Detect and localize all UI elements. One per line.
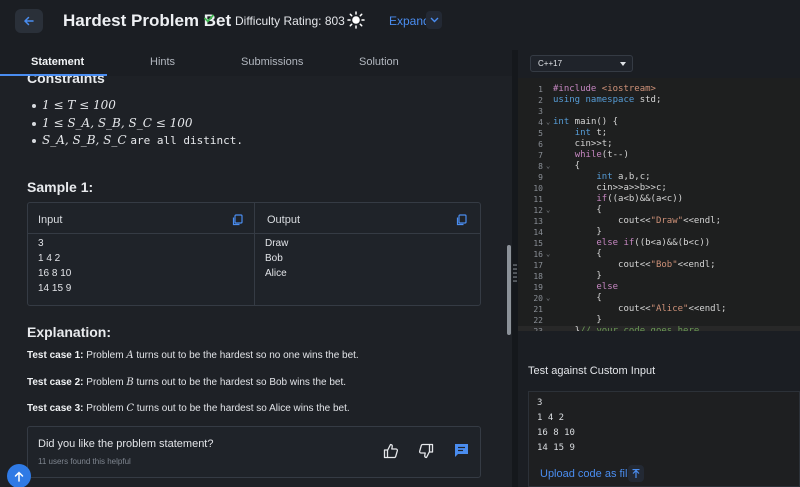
code-line-current: 23 }// your code goes here: [518, 326, 800, 331]
feedback-question: Did you like the problem statement?: [38, 438, 214, 450]
input-label: Input: [38, 214, 63, 226]
sample-output-line: Draw: [265, 238, 289, 249]
sun-icon[interactable]: [347, 11, 365, 29]
copy-icon[interactable]: [232, 214, 243, 226]
upload-code-link[interactable]: Upload code as file: [540, 468, 634, 480]
code-line: 22 }: [533, 315, 602, 325]
sample-output-line: Alice: [265, 268, 287, 279]
code-line: 9 int a,b,c;: [538, 172, 651, 182]
tab-statement[interactable]: Statement: [31, 56, 84, 68]
constraint-item: 1 ≤ S_A, S_B, S_C ≤ 100: [32, 116, 193, 130]
bullet-icon: [32, 138, 36, 143]
code-line: 12 ⌄ {: [533, 205, 602, 215]
code-line: 21 cout<<"Alice"<<endl;: [533, 304, 727, 314]
sample-output-line: Bob: [265, 253, 283, 264]
expand-button[interactable]: Expand: [389, 14, 430, 28]
upload-icon: [632, 468, 640, 478]
sample-input-line: 1 4 2: [38, 253, 61, 264]
code-line: 15 else if((b<a)&&(b<c)): [533, 238, 711, 248]
code-line: 17 cout<<"Bob"<<endl;: [533, 260, 716, 270]
code-line: 13 cout<<"Draw"<<endl;: [533, 216, 721, 226]
bullet-icon: [32, 103, 36, 108]
sample-input-line: 3: [38, 238, 44, 249]
feedback-box: Did you like the problem statement? 11 u…: [27, 426, 481, 478]
expand-dropdown[interactable]: [426, 11, 442, 29]
thumbs-up-icon[interactable]: [383, 443, 399, 459]
fold-chevron-icon: ⌄: [546, 162, 551, 170]
sample-io-box: Input Output 3 1 4 2 16 8 10 14 15 9 Dra…: [27, 202, 481, 306]
constraints-heading: Constraints: [27, 76, 105, 86]
test-case-explanation: Test case 2: Problem B turns out to be t…: [27, 377, 347, 388]
code-editor[interactable]: 1 #include <iostream> 2 using namespace st…: [518, 78, 800, 331]
fold-chevron-icon: ⌄: [546, 206, 551, 214]
constraint-item: S_A, S_B, S_C are all distinct.: [32, 133, 243, 147]
sample-heading: Sample 1:: [27, 179, 94, 195]
code-line: 14 }: [533, 227, 602, 237]
code-line: 20 ⌄ {: [533, 293, 602, 303]
language-select[interactable]: C++17: [530, 55, 633, 72]
code-line: 2 using namespace std;: [538, 95, 662, 105]
arrow-up-icon: [14, 470, 24, 482]
code-line: 6 cin>>t;: [538, 139, 613, 149]
fold-chevron-icon: ⌄: [546, 294, 551, 302]
code-panel: C++17 1 #include <iostream> 2 using namesp…: [518, 50, 800, 487]
custom-input-line: 1 4 2: [537, 413, 565, 423]
output-label: Output: [267, 214, 301, 226]
helpful-count: 11 users found this helpful: [38, 457, 131, 466]
bullet-icon: [32, 121, 36, 126]
sample-input-line: 14 15 9: [38, 283, 72, 294]
code-line: 7 while(t--): [538, 150, 629, 160]
constraint-item: 1 ≤ T ≤ 100: [32, 98, 116, 112]
code-line: 8 ⌄ {: [538, 161, 581, 171]
code-line: 16 ⌄ {: [533, 249, 602, 259]
copy-icon[interactable]: [456, 214, 467, 226]
code-line: 3: [538, 107, 543, 116]
test-case-explanation: Test case 1: Problem A turns out to be t…: [27, 350, 359, 361]
fold-chevron-icon: ⌄: [546, 118, 551, 126]
code-line: 11 if((a<b)&&(a<c)): [533, 194, 684, 204]
arrow-left-icon: [23, 16, 34, 26]
caret-down-icon: [620, 62, 626, 66]
tab-hints[interactable]: Hints: [150, 56, 175, 68]
code-line: 1 #include <iostream>: [538, 84, 656, 94]
test-case-explanation: Test case 3: Problem C turns out to be t…: [27, 403, 350, 414]
top-header: Hardest Problem Bet Difficulty Rating: 8…: [0, 0, 800, 50]
scroll-to-top-button[interactable]: [7, 464, 31, 487]
fold-chevron-icon: ⌄: [546, 250, 551, 258]
tab-solution[interactable]: Solution: [359, 56, 399, 68]
upload-button[interactable]: [628, 465, 644, 482]
back-button[interactable]: [15, 9, 43, 33]
code-line: 4 ⌄ int main() {: [538, 117, 619, 127]
difficulty-rating: Difficulty Rating: 803: [235, 14, 345, 28]
check-icon: [204, 14, 214, 23]
code-line: 19 else: [533, 282, 619, 292]
sample-input-line: 16 8 10: [38, 268, 72, 279]
code-line: 18 }: [533, 271, 602, 281]
tab-bar: Statement Hints Submissions Solution: [0, 50, 512, 76]
problem-statement-panel: Constraints 1 ≤ T ≤ 100 1 ≤ S_A, S_B, S_…: [0, 76, 507, 487]
tab-submissions[interactable]: Submissions: [241, 56, 303, 68]
comment-icon[interactable]: [454, 443, 469, 458]
divider: [254, 203, 255, 306]
custom-input-heading: Test against Custom Input: [528, 365, 656, 377]
explanation-heading: Explanation:: [27, 324, 112, 340]
code-line: 5 int t;: [538, 128, 608, 138]
drag-handle-icon: [513, 264, 517, 282]
chevron-down-icon: [430, 17, 438, 23]
custom-input-line: 14 15 9: [537, 443, 575, 453]
code-line: 10 cin>>a>>b>>c;: [533, 183, 667, 193]
statement-scrollbar[interactable]: [507, 245, 511, 335]
custom-input-line: 16 8 10: [537, 428, 575, 438]
custom-input-line: 3: [537, 398, 543, 408]
thumbs-down-icon[interactable]: [418, 443, 434, 459]
